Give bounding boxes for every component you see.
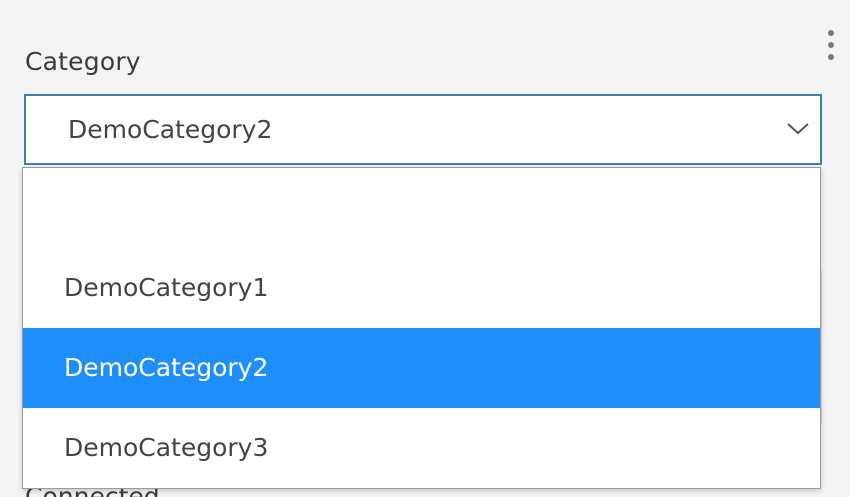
category-dropdown-list: DemoCategory1 DemoCategory2 DemoCategory… [22, 167, 821, 489]
more-vertical-icon[interactable] [826, 30, 836, 62]
dropdown-option-democategory3[interactable]: DemoCategory3 [23, 408, 820, 488]
form-panel: Category DemoCategory2 Connected DemoCat… [0, 0, 850, 497]
dropdown-option-democategory1[interactable]: DemoCategory1 [23, 248, 820, 328]
category-label: Category [25, 47, 141, 76]
category-select-value: DemoCategory2 [68, 115, 273, 144]
category-select[interactable]: DemoCategory2 [24, 94, 822, 165]
chevron-down-icon[interactable] [786, 118, 810, 138]
dropdown-option-democategory2[interactable]: DemoCategory2 [23, 328, 820, 408]
dropdown-option-empty[interactable] [23, 168, 820, 248]
